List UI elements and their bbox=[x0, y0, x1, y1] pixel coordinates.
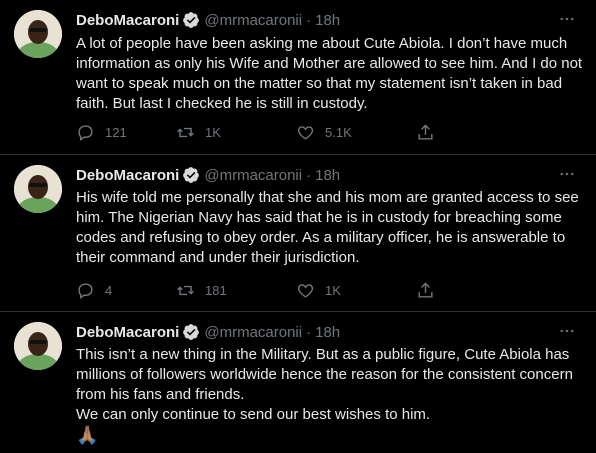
reply-button[interactable]: 4 bbox=[76, 281, 176, 300]
tweet-text-paragraph: We can only continue to send our best wi… bbox=[76, 406, 431, 423]
like-button[interactable]: 5.1K bbox=[296, 123, 416, 142]
verified-badge-icon bbox=[183, 167, 200, 183]
tweet-text: This isn’t a new thing in the Military. … bbox=[76, 345, 586, 445]
tweet-3[interactable]: DeboMacaroni @mrmacaronii · 18h This isn… bbox=[0, 312, 596, 453]
avatar-image bbox=[14, 10, 62, 58]
share-icon bbox=[418, 281, 433, 298]
tweet-text: His wife told me personally that she and… bbox=[76, 189, 579, 266]
retweet-button[interactable]: 181 bbox=[176, 281, 296, 300]
reply-icon bbox=[78, 124, 93, 141]
tweet-header: DeboMacaroni @mrmacaronii · 18h bbox=[76, 165, 340, 185]
handle[interactable]: @mrmacaronii bbox=[204, 167, 302, 184]
like-button[interactable]: 1K bbox=[296, 281, 416, 300]
tweet-2[interactable]: DeboMacaroni @mrmacaronii · 18h His wife… bbox=[0, 155, 596, 313]
timestamp[interactable]: 18h bbox=[315, 12, 340, 29]
avatar-image bbox=[14, 322, 62, 370]
handle[interactable]: @mrmacaronii bbox=[204, 324, 302, 341]
retweet-icon bbox=[177, 285, 194, 295]
retweet-button[interactable]: 1K bbox=[176, 123, 296, 142]
share-button[interactable] bbox=[416, 281, 435, 300]
reply-count: 4 bbox=[105, 282, 113, 298]
reply-button[interactable]: 121 bbox=[76, 123, 176, 142]
reply-count: 121 bbox=[105, 124, 127, 140]
retweet-count: 181 bbox=[205, 282, 227, 298]
tweet-1[interactable]: DeboMacaroni @mrmacaronii · 18h A lot of… bbox=[0, 0, 596, 158]
display-name[interactable]: DeboMacaroni bbox=[76, 324, 179, 341]
tweet-text: A lot of people have been asking me abou… bbox=[76, 35, 583, 112]
avatar-image bbox=[14, 165, 62, 213]
verified-badge-icon bbox=[183, 324, 200, 340]
reply-icon bbox=[78, 282, 93, 299]
display-name[interactable]: DeboMacaroni bbox=[76, 12, 179, 29]
like-count: 1K bbox=[325, 282, 341, 298]
retweet-icon bbox=[177, 127, 194, 137]
share-icon bbox=[418, 123, 433, 140]
avatar[interactable] bbox=[14, 165, 62, 213]
display-name[interactable]: DeboMacaroni bbox=[76, 167, 179, 184]
like-count: 5.1K bbox=[325, 124, 352, 140]
avatar[interactable] bbox=[14, 322, 62, 370]
share-button[interactable] bbox=[416, 123, 435, 142]
more-options-icon[interactable] bbox=[558, 10, 576, 33]
handle[interactable]: @mrmacaronii bbox=[204, 12, 302, 29]
tweet-text-paragraph: This isn’t a new thing in the Military. … bbox=[76, 346, 573, 403]
timestamp[interactable]: 18h bbox=[315, 324, 340, 341]
like-icon bbox=[297, 283, 314, 298]
timestamp[interactable]: 18h bbox=[315, 167, 340, 184]
more-options-icon[interactable] bbox=[558, 165, 576, 188]
separator-dot: · bbox=[306, 323, 312, 341]
avatar[interactable] bbox=[14, 10, 62, 58]
retweet-count: 1K bbox=[205, 124, 221, 140]
separator-dot: · bbox=[306, 11, 312, 29]
more-options-icon[interactable] bbox=[558, 322, 576, 345]
verified-badge-icon bbox=[183, 12, 200, 28]
tweet-header: DeboMacaroni @mrmacaronii · 18h bbox=[76, 10, 340, 30]
tweet-actions: 4 181 1K bbox=[76, 280, 496, 300]
separator-dot: · bbox=[306, 166, 312, 184]
tweet-actions: 121 1K 5.1K bbox=[76, 122, 496, 142]
like-icon bbox=[297, 125, 314, 140]
tweet-header: DeboMacaroni @mrmacaronii · 18h bbox=[76, 322, 340, 342]
praying-hands-emoji: 🙏🏽 bbox=[76, 425, 99, 445]
